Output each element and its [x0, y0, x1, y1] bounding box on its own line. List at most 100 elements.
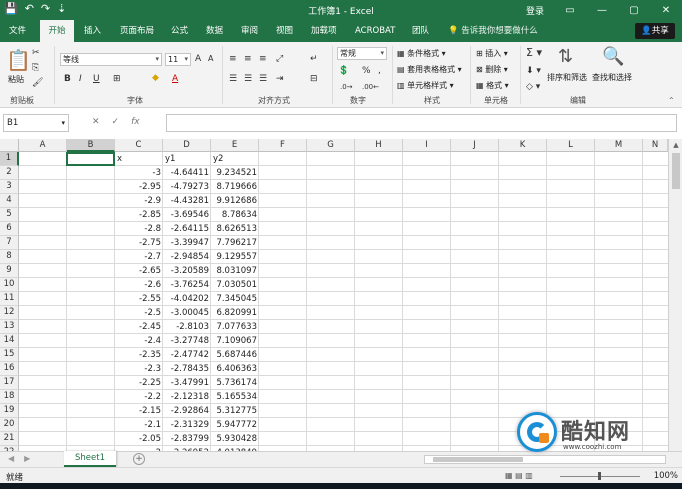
tab-page-layout[interactable]: 页面布局 [117, 20, 157, 42]
cell[interactable]: 8.78634 [211, 208, 259, 222]
merge-center-icon[interactable]: ⊟ [310, 74, 318, 84]
row-header-15[interactable]: 15 [0, 348, 19, 362]
cell[interactable]: 6.820991 [211, 306, 259, 320]
row-header-20[interactable]: 20 [0, 418, 19, 432]
font-size-select[interactable]: 11 [165, 53, 191, 66]
ribbon-display-icon[interactable]: ▭ [554, 0, 586, 20]
tab-formulas[interactable]: 公式 [168, 20, 191, 42]
row-header-14[interactable]: 14 [0, 334, 19, 348]
sort-filter-label[interactable]: 排序和筛选 [547, 72, 587, 83]
close-icon[interactable]: ✕ [650, 0, 682, 20]
row-header-11[interactable]: 11 [0, 292, 19, 306]
row-header-6[interactable]: 6 [0, 222, 19, 236]
currency-icon[interactable]: 💲 [338, 66, 349, 76]
formula-input[interactable] [166, 114, 677, 132]
cell[interactable]: -2.47742 [163, 348, 211, 362]
cell[interactable]: -2.8 [115, 222, 163, 236]
cell[interactable]: y1 [163, 152, 211, 166]
percent-button[interactable]: % [362, 66, 371, 76]
row-header-3[interactable]: 3 [0, 180, 19, 194]
clear-icon[interactable]: ◇ ▾ [526, 82, 540, 92]
sort-filter-icon[interactable]: ⇅ [558, 46, 573, 67]
orientation-icon[interactable]: ⤢ [276, 54, 283, 64]
row-header-1[interactable]: 1 [0, 152, 19, 166]
cell[interactable]: -3.69546 [163, 208, 211, 222]
tab-home[interactable]: 开始 [40, 20, 74, 42]
cell[interactable]: -2.2 [115, 390, 163, 404]
row-header-10[interactable]: 10 [0, 278, 19, 292]
active-cell[interactable] [66, 152, 115, 166]
prev-sheet-icon[interactable]: ◀ [8, 454, 14, 463]
cell[interactable]: 5.687446 [211, 348, 259, 362]
row-header-8[interactable]: 8 [0, 250, 19, 264]
cell-grid[interactable]: x y1 y2 -3 -4.64411 9.234521 -2.95 -4.79273 8.71… [19, 152, 668, 451]
comma-button[interactable]: , [378, 66, 381, 76]
wrap-text-icon[interactable]: ↵ [310, 54, 318, 64]
cell[interactable]: -3.47991 [163, 376, 211, 390]
zoom-level[interactable]: 100% [654, 471, 678, 481]
tab-acrobat[interactable]: ACROBAT [352, 20, 398, 42]
cell[interactable]: -3.27748 [163, 334, 211, 348]
cell[interactable]: 6.406363 [211, 362, 259, 376]
italic-button[interactable]: I [79, 74, 82, 84]
cell[interactable]: -2.1 [115, 418, 163, 432]
maximize-icon[interactable]: ▢ [618, 0, 650, 20]
cell[interactable]: -2.75 [115, 236, 163, 250]
decrease-decimal-icon[interactable]: .00← [362, 82, 379, 92]
cell[interactable]: -2.64115 [163, 222, 211, 236]
row-header-5[interactable]: 5 [0, 208, 19, 222]
vertical-scroll-thumb[interactable] [672, 153, 680, 189]
align-right-icon[interactable]: ☰ [259, 74, 267, 84]
row-header-16[interactable]: 16 [0, 362, 19, 376]
underline-button[interactable]: U [93, 74, 100, 84]
login-link[interactable]: 登录 [526, 4, 544, 17]
cancel-icon[interactable]: ✕ [92, 117, 100, 127]
tab-addins[interactable]: 加载项 [308, 20, 340, 42]
cell[interactable]: -2.78435 [163, 362, 211, 376]
column-header-g[interactable]: G [307, 139, 355, 152]
align-top-icon[interactable]: ≡ [229, 54, 237, 64]
cell[interactable]: -2.6 [115, 278, 163, 292]
cell[interactable]: y2 [211, 152, 259, 166]
column-header-d[interactable]: D [163, 139, 211, 152]
fill-color-icon[interactable]: ◆ [152, 73, 159, 83]
row-header-4[interactable]: 4 [0, 194, 19, 208]
grow-font-icon[interactable]: A [195, 54, 201, 64]
row-header-19[interactable]: 19 [0, 404, 19, 418]
row-header-7[interactable]: 7 [0, 236, 19, 250]
align-left-icon[interactable]: ☰ [229, 74, 237, 84]
column-header-i[interactable]: I [403, 139, 451, 152]
cell[interactable]: -3.00045 [163, 306, 211, 320]
cell[interactable]: -2.4 [115, 334, 163, 348]
add-sheet-icon[interactable]: + [133, 453, 145, 465]
column-header-e[interactable]: E [211, 139, 259, 152]
cell[interactable]: -3.39947 [163, 236, 211, 250]
fill-icon[interactable]: ⬇ ▾ [526, 66, 541, 76]
minimize-icon[interactable]: — [586, 0, 618, 20]
cut-icon[interactable]: ✂ [32, 48, 40, 58]
tab-team[interactable]: 团队 [409, 20, 432, 42]
vertical-scrollbar[interactable]: ▲ [668, 139, 682, 451]
row-header-12[interactable]: 12 [0, 306, 19, 320]
paste-label[interactable]: 粘贴 [8, 74, 24, 85]
next-sheet-icon[interactable]: ▶ [24, 454, 30, 463]
cell[interactable]: -2.5 [115, 306, 163, 320]
align-middle-icon[interactable]: ≡ [244, 54, 252, 64]
cell[interactable]: -2.94854 [163, 250, 211, 264]
cell[interactable]: 5.736174 [211, 376, 259, 390]
column-header-b[interactable]: B [67, 139, 115, 152]
find-select-label[interactable]: 查找和选择 [592, 72, 632, 83]
cell[interactable]: -2.05 [115, 432, 163, 446]
cell[interactable]: 5.947772 [211, 418, 259, 432]
cell[interactable]: -2.15 [115, 404, 163, 418]
cell[interactable]: 7.077633 [211, 320, 259, 334]
cell[interactable]: -2.8103 [163, 320, 211, 334]
cell[interactable]: -2.83799 [163, 432, 211, 446]
borders-icon[interactable]: ⊞ [113, 74, 121, 84]
row-header-2[interactable]: 2 [0, 166, 19, 180]
cell[interactable]: 8.031097 [211, 264, 259, 278]
conditional-format-button[interactable]: ▦ 条件格式 ▾ [397, 48, 446, 59]
align-center-icon[interactable]: ☰ [244, 74, 252, 84]
cell[interactable]: -2.25 [115, 376, 163, 390]
collapse-ribbon-icon[interactable]: ⌃ [668, 96, 675, 105]
